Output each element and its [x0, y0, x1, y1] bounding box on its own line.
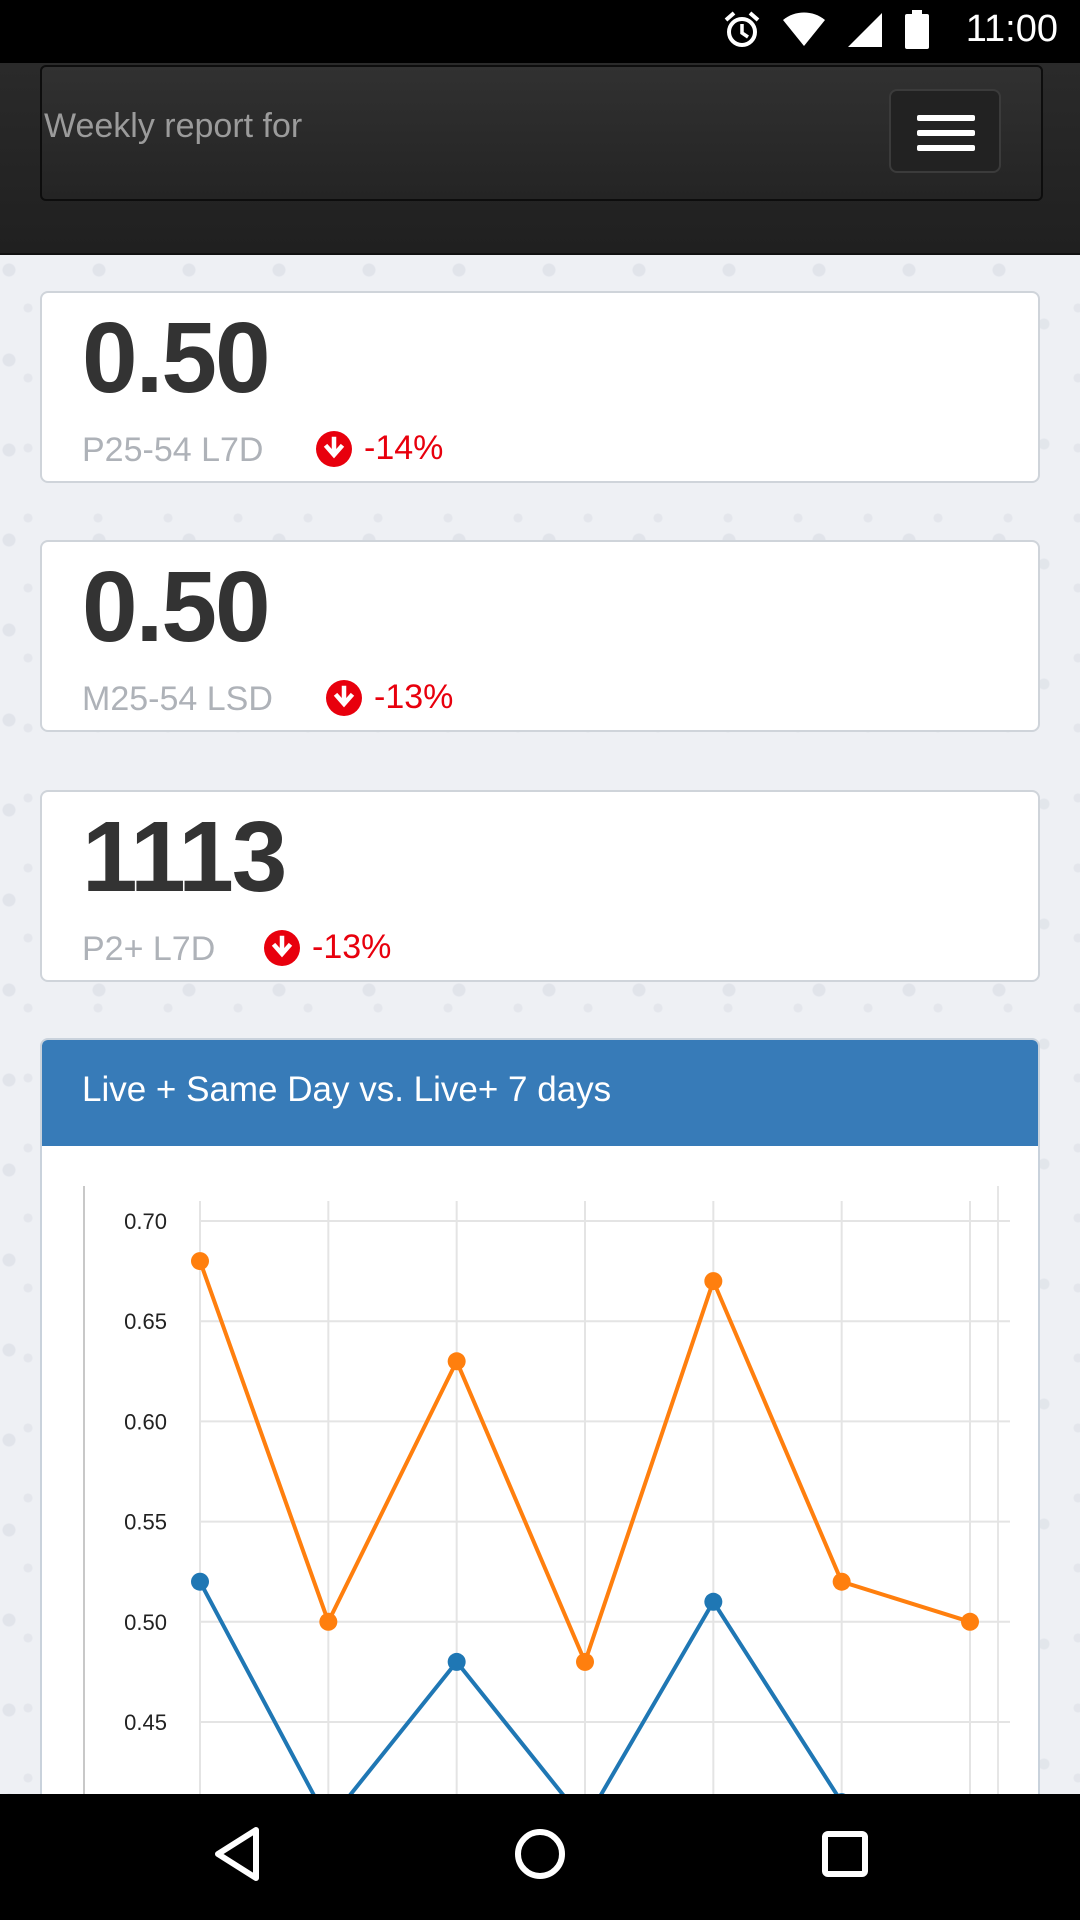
back-icon — [215, 1827, 259, 1881]
battery-icon — [904, 10, 930, 50]
top-navbar: Weekly report for — [0, 63, 1080, 255]
stat-label: P2+ L7D — [82, 930, 216, 968]
navbar-brand[interactable]: Weekly report for — [44, 107, 302, 146]
arrow-down-circle-icon — [316, 430, 352, 467]
stat-change-value: -13% — [312, 928, 392, 966]
y-tick-label: 0.60 — [124, 1409, 167, 1434]
data-point — [447, 1352, 466, 1371]
arrow-down-circle-icon — [264, 929, 300, 966]
stat-value: 0.50 — [82, 551, 271, 663]
stat-change: -14% — [316, 429, 443, 468]
stat-card: 0.50 P25-54 L7D -14% — [40, 291, 1040, 483]
stat-change-value: -13% — [374, 678, 454, 716]
hamburger-bar — [917, 130, 975, 136]
hamburger-menu-button[interactable] — [889, 89, 1001, 173]
system-nav-bar — [0, 1794, 1080, 1920]
hamburger-menu-icon — [917, 115, 975, 121]
y-tick-label: 0.50 — [124, 1610, 167, 1635]
alarm-icon — [722, 10, 762, 50]
status-icons — [722, 10, 930, 50]
stat-label: P25-54 L7D — [82, 431, 264, 469]
data-point — [704, 1592, 723, 1611]
stat-change: -13% — [264, 928, 391, 967]
data-point — [832, 1572, 851, 1591]
stat-card: 1113 P2+ L7D -13% — [40, 790, 1040, 982]
arrow-down-circle-icon — [326, 679, 362, 716]
stat-label: M25-54 LSD — [82, 680, 273, 718]
status-time: 11:00 — [965, 8, 1058, 50]
chart-panel: Live + Same Day vs. Live+ 7 days 0.70 0.6… — [40, 1038, 1040, 1838]
stat-change: -13% — [326, 678, 453, 717]
line-chart: 0.70 0.65 0.60 0.55 0.50 0.45 — [83, 1186, 1010, 1836]
wifi-icon — [782, 12, 826, 48]
navbar-inner: Weekly report for — [40, 65, 1043, 201]
stat-value: 0.50 — [82, 302, 271, 414]
home-icon — [515, 1829, 565, 1879]
signal-icon — [846, 11, 884, 49]
data-point — [191, 1572, 209, 1591]
data-point — [191, 1252, 209, 1271]
data-point — [576, 1652, 594, 1671]
hamburger-bar — [917, 145, 975, 151]
status-bar: 11:00 — [0, 0, 1080, 63]
stat-value: 1113 — [82, 801, 287, 913]
data-point — [961, 1612, 979, 1631]
y-tick-label: 0.45 — [124, 1710, 167, 1735]
home-button[interactable] — [512, 1824, 568, 1889]
data-point — [447, 1652, 466, 1671]
y-tick-label: 0.70 — [124, 1209, 167, 1234]
recents-icon — [822, 1831, 868, 1877]
data-point — [704, 1272, 723, 1291]
data-point — [319, 1612, 338, 1631]
y-tick-label: 0.65 — [124, 1309, 167, 1334]
recents-button[interactable] — [820, 1824, 872, 1889]
y-tick-label: 0.55 — [124, 1510, 167, 1535]
stat-change-value: -14% — [364, 429, 444, 467]
panel-title: Live + Same Day vs. Live+ 7 days — [42, 1040, 1038, 1146]
back-button[interactable] — [210, 1824, 264, 1889]
series-line — [198, 1580, 844, 1825]
stat-card: 0.50 M25-54 LSD -13% — [40, 540, 1040, 732]
